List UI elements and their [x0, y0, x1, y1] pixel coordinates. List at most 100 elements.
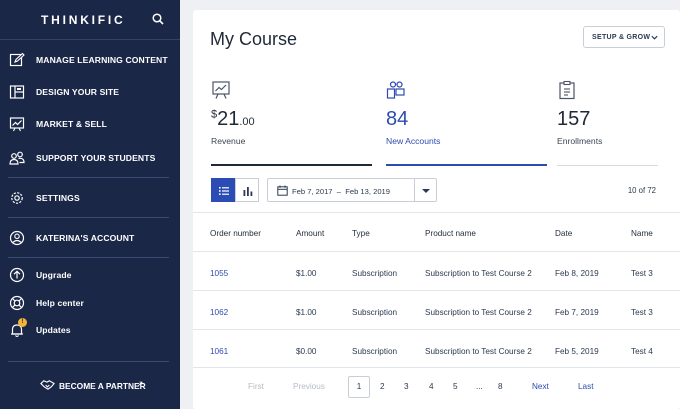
- column-header[interactable]: Order number: [210, 229, 261, 238]
- page-button[interactable]: 2: [380, 382, 385, 391]
- table-row: 1062 $1.00 Subscription Subscription to …: [193, 290, 680, 329]
- amount-cell: $1.00: [296, 308, 317, 317]
- table-toolbar: Feb 7, 2017 – Feb 13, 2019 10 of 72: [211, 178, 661, 202]
- setup-grow-button[interactable]: SETUP & GROW: [583, 26, 665, 48]
- page-button-current[interactable]: 1: [348, 376, 370, 398]
- sidebar-item-label: KATERINA'S ACCOUNT: [36, 233, 135, 243]
- sidebar-item-market-sell[interactable]: MARKET & SELL: [0, 111, 180, 137]
- sidebar-item-label: DESIGN YOUR SITE: [36, 87, 120, 97]
- product-name-cell: Subscription to Test Course 2: [425, 308, 532, 317]
- sidebar-divider: [8, 177, 169, 178]
- last-page-button[interactable]: Last: [578, 382, 593, 391]
- sidebar-item-manage-learning-content[interactable]: MANAGE LEARNING CONTENT: [0, 47, 180, 73]
- user-circle-icon: [9, 230, 25, 246]
- gear-icon: [11, 192, 23, 204]
- handshake-icon: [40, 380, 55, 390]
- sidebar-item-updates[interactable]: Updates: [0, 317, 180, 343]
- type-cell: Subscription: [352, 308, 398, 317]
- partner-label: BECOME A PARTNER: [59, 381, 146, 391]
- sidebar-divider: [8, 257, 169, 258]
- sidebar-item-label: Upgrade: [36, 270, 72, 280]
- product-name-cell: Subscription to Test Course 2: [425, 269, 532, 278]
- sidebar-item-help-center[interactable]: Help center: [0, 290, 180, 316]
- sidebar-item-settings[interactable]: SETTINGS: [0, 185, 180, 211]
- name-cell: Test 4: [631, 347, 653, 356]
- sidebar-divider: [8, 361, 169, 362]
- updates-badge: !: [18, 318, 27, 327]
- new-accounts-caption: New Accounts: [386, 136, 441, 146]
- stat-new-accounts[interactable]: 84 New Accounts: [386, 80, 547, 168]
- chevron-down-icon: [651, 35, 658, 40]
- page-ellipsis: ...: [476, 382, 483, 391]
- brand-logo[interactable]: THINKIFIC: [41, 13, 126, 27]
- column-header[interactable]: Amount: [296, 229, 324, 238]
- first-page-button[interactable]: First: [248, 382, 264, 391]
- sidebar-item-label: Updates: [36, 325, 71, 335]
- new-accounts-tab-indicator: [386, 164, 547, 166]
- product-name-cell: Subscription to Test Course 2: [425, 347, 532, 356]
- brand-header: THINKIFIC: [0, 0, 180, 40]
- order-number-link[interactable]: 1061: [210, 347, 228, 356]
- search-icon[interactable]: [151, 12, 165, 26]
- order-number-link[interactable]: 1062: [210, 308, 228, 317]
- page-button[interactable]: 5: [453, 382, 458, 391]
- date-range-picker[interactable]: Feb 7, 2017 – Feb 13, 2019: [267, 178, 414, 202]
- type-cell: Subscription: [352, 347, 398, 356]
- pagination: First Previous 1 2 3 4 5 ... 8 Next Last: [193, 374, 680, 398]
- sidebar-item-upgrade[interactable]: Upgrade: [0, 262, 180, 288]
- type-cell: Subscription: [352, 269, 398, 278]
- previous-page-button[interactable]: Previous: [293, 382, 325, 391]
- next-page-button[interactable]: Next: [532, 382, 549, 391]
- sidebar-item-label: SUPPORT YOUR STUDENTS: [36, 153, 156, 163]
- date-range-dropdown-button[interactable]: [414, 178, 437, 202]
- page-button[interactable]: 8: [498, 382, 503, 391]
- stat-enrollments[interactable]: 157 Enrollments: [557, 80, 680, 168]
- revenue-caption: Revenue: [211, 136, 246, 146]
- bar-chart-icon: [243, 187, 253, 196]
- chart-view-button[interactable]: [235, 178, 259, 202]
- revenue-value: $21.00: [211, 108, 255, 130]
- date-cell: Feb 7, 2019: [555, 308, 599, 317]
- sidebar-divider: [8, 217, 169, 218]
- chart-board-icon: [9, 117, 25, 132]
- name-cell: Test 3: [631, 269, 653, 278]
- date-cell: Feb 8, 2019: [555, 269, 599, 278]
- enrollments-tab-indicator: [557, 165, 658, 166]
- edit-icon: [9, 52, 25, 67]
- column-header[interactable]: Date: [555, 229, 572, 238]
- users-icon: [9, 151, 25, 165]
- sidebar-item-design-your-site[interactable]: DESIGN YOUR SITE: [0, 79, 180, 105]
- table-row: 1055 $1.00 Subscription Subscription to …: [193, 251, 680, 290]
- page-button[interactable]: 4: [429, 382, 434, 391]
- arrow-up-circle-icon: [9, 267, 25, 283]
- name-cell: Test 3: [631, 308, 653, 317]
- amount-cell: $0.00: [296, 347, 317, 356]
- calendar-icon: [277, 185, 288, 196]
- stat-revenue[interactable]: $21.00 Revenue: [211, 80, 372, 168]
- page-button[interactable]: 3: [404, 382, 409, 391]
- order-number-link[interactable]: 1055: [210, 269, 228, 278]
- new-accounts-value: 84: [386, 108, 409, 130]
- sidebar-item-support-your-students[interactable]: SUPPORT YOUR STUDENTS: [0, 145, 180, 171]
- clipboard-icon: [559, 80, 575, 100]
- caret-down-icon: [422, 189, 430, 193]
- table-row: 1061 $0.00 Subscription Subscription to …: [193, 329, 680, 368]
- column-header[interactable]: Product name: [425, 229, 476, 238]
- sidebar-item-label: SETTINGS: [36, 193, 80, 203]
- result-count: 10 of 72: [627, 186, 656, 195]
- sidebar-item-label: MANAGE LEARNING CONTENT: [36, 55, 168, 65]
- sidebar-item-label: MARKET & SELL: [36, 119, 108, 129]
- sidebar-item-account[interactable]: KATERINA'S ACCOUNT: [0, 225, 180, 251]
- enrollments-caption: Enrollments: [557, 136, 603, 146]
- amount-cell: $1.00: [296, 269, 317, 278]
- page-title: My Course: [210, 29, 298, 49]
- enrollments-value: 157: [557, 108, 591, 130]
- list-view-button[interactable]: [211, 178, 235, 202]
- external-link-icon: ↗: [136, 379, 144, 389]
- lifebuoy-icon: [9, 295, 25, 311]
- sidebar: THINKIFIC MANAGE LEARNING CONTENT DESIGN…: [0, 0, 180, 409]
- column-header[interactable]: Type: [352, 229, 370, 238]
- revenue-tab-indicator: [211, 164, 372, 166]
- column-header[interactable]: Name: [631, 229, 653, 238]
- layout-icon: [9, 85, 25, 99]
